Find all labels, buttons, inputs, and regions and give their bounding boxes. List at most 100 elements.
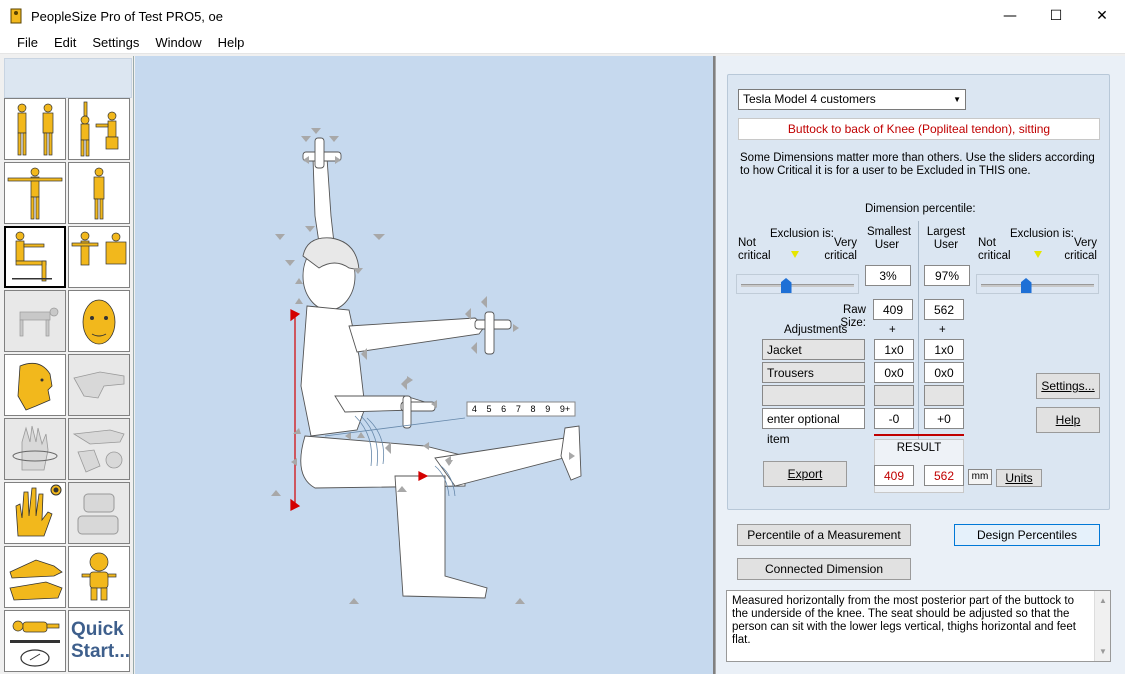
result-separator-line (874, 434, 964, 436)
hand-open-button[interactable] (4, 482, 66, 544)
hand-rotate-button[interactable] (4, 418, 66, 480)
foot-button[interactable] (4, 546, 66, 608)
not-critical-left: Not critical (738, 237, 771, 262)
adjustment-small-jacket[interactable]: 1x0 (874, 339, 914, 360)
slider-track (981, 284, 1094, 287)
hand-open-icon (15, 484, 62, 537)
menu-file[interactable]: File (9, 32, 46, 54)
slider-track (741, 284, 854, 287)
raw-size-largest: 562 (924, 299, 964, 320)
arms-span-button[interactable] (4, 162, 66, 224)
adjustment-small-trousers[interactable]: 0x0 (874, 362, 914, 383)
menu-edit[interactable]: Edit (46, 32, 84, 54)
ruler-label-8: 8 (530, 404, 536, 414)
hand-grip-icon (72, 429, 125, 473)
connected-dimension-button[interactable]: Connected Dimension (737, 558, 911, 580)
design-percentiles-button[interactable]: Design Percentiles (954, 524, 1100, 546)
scroll-up-icon[interactable]: ▲ (1099, 594, 1107, 607)
adjustment-small-empty[interactable] (874, 385, 914, 406)
crawling-body-button[interactable] (4, 290, 66, 352)
title-bar: PeopleSize Pro of Test PRO5, oe — ☐ ✕ (0, 0, 1125, 32)
percentile-of-measurement-button[interactable]: Percentile of a Measurement (737, 524, 911, 546)
adjustment-name-empty[interactable] (762, 385, 865, 406)
ruler-scale-labels: 4 5 6 7 8 9 9+ (467, 403, 575, 415)
raw-size-smallest: 409 (873, 299, 913, 320)
standing-figure-icon (17, 103, 54, 156)
adjustment-large-jacket[interactable]: 1x0 (924, 339, 964, 360)
dimension-name: Buttock to back of Knee (Popliteal tendo… (738, 118, 1100, 140)
adjustment-large-empty[interactable] (924, 385, 964, 406)
baby-scale-icon (10, 620, 60, 667)
description-scrollbar[interactable]: ▲ ▼ (1094, 591, 1110, 661)
reaching-figure-icon (80, 101, 119, 157)
adjustments-label: Adjustments (784, 324, 848, 336)
menu-help[interactable]: Help (210, 32, 253, 54)
dataset-select[interactable]: Tesla Model 4 customers ▼ (738, 89, 966, 110)
settings-button-label: Settings... (1041, 379, 1095, 393)
slider-thumb[interactable] (780, 278, 792, 293)
dimension-percentile-label: Dimension percentile: (865, 203, 976, 215)
body-part-palette: Quick Start... (0, 56, 134, 674)
face-front-button[interactable] (68, 290, 130, 352)
default-marker-right (1034, 251, 1042, 258)
plus-small: + (889, 324, 896, 336)
smallest-percentile-field[interactable]: 3% (865, 265, 911, 286)
hand-grip-button[interactable] (68, 418, 130, 480)
scroll-down-icon[interactable]: ▼ (1099, 645, 1107, 658)
arm-span-icon (7, 167, 63, 220)
chevron-down-icon: ▼ (953, 95, 961, 104)
menu-settings[interactable]: Settings (84, 32, 147, 54)
column-separator (918, 221, 919, 441)
export-button[interactable]: Export (763, 461, 847, 487)
hand-fist-button[interactable] (68, 482, 130, 544)
foot-icon (9, 559, 63, 601)
units-button[interactable]: Units (996, 469, 1042, 487)
settings-button[interactable]: Settings... (1036, 373, 1100, 399)
child-button[interactable] (68, 546, 130, 608)
hand-rotate-icon (12, 425, 58, 471)
hand-flat-button[interactable] (68, 354, 130, 416)
side-figure-icon (93, 167, 105, 220)
close-button[interactable]: ✕ (1079, 0, 1125, 32)
exclusion-slider-largest[interactable] (976, 274, 1099, 294)
sitting-front-icon (71, 231, 127, 266)
plus-large: + (939, 324, 946, 336)
reach-body-button[interactable] (68, 98, 130, 160)
quick-start-button[interactable]: Quick Start... (68, 610, 130, 672)
help-button[interactable]: Help (1036, 407, 1100, 433)
side-standing-button[interactable] (68, 162, 130, 224)
adjustment-large-trousers[interactable]: 0x0 (924, 362, 964, 383)
seated-figure-illustration (271, 128, 582, 604)
baby-button[interactable] (4, 610, 66, 672)
ruler-label-6: 6 (501, 404, 507, 414)
child-figure-icon (81, 552, 117, 601)
optional-item-field[interactable]: enter optional item (762, 408, 865, 446)
slider-thumb[interactable] (1020, 278, 1032, 293)
help-button-label: Help (1055, 413, 1081, 427)
minimize-button[interactable]: — (987, 0, 1033, 32)
head-side-button[interactable] (4, 354, 66, 416)
palette-header (4, 58, 132, 98)
sitting-body-button[interactable] (4, 226, 66, 288)
largest-percentile-field[interactable]: 97% (924, 265, 970, 286)
adjustment-small-optional[interactable]: -0 (874, 408, 914, 429)
head-side-icon (17, 362, 53, 411)
maximize-button[interactable]: ☐ (1033, 0, 1079, 32)
app-logo-icon (10, 8, 22, 24)
largest-user-label: Largest User (926, 226, 966, 251)
standing-body-button[interactable] (4, 98, 66, 160)
window-title: PeopleSize Pro of Test PRO5, oe (31, 8, 223, 24)
not-critical-right: Not critical (978, 237, 1011, 262)
adjustment-large-optional[interactable]: +0 (924, 408, 964, 429)
menu-bar: File Edit Settings Window Help (0, 32, 1125, 54)
sitting-front-button[interactable] (68, 226, 130, 288)
adjustment-name-trousers[interactable]: Trousers (762, 362, 865, 383)
adjustment-name-jacket[interactable]: Jacket (762, 339, 865, 360)
ruler-label-4: 4 (471, 404, 477, 414)
menu-window[interactable]: Window (147, 32, 209, 54)
default-marker-left (791, 251, 799, 258)
result-largest: 562 (924, 465, 964, 486)
exclusion-slider-smallest[interactable] (736, 274, 859, 294)
units-button-label: Units (1005, 471, 1033, 485)
very-critical-right: Very critical (1064, 237, 1097, 262)
